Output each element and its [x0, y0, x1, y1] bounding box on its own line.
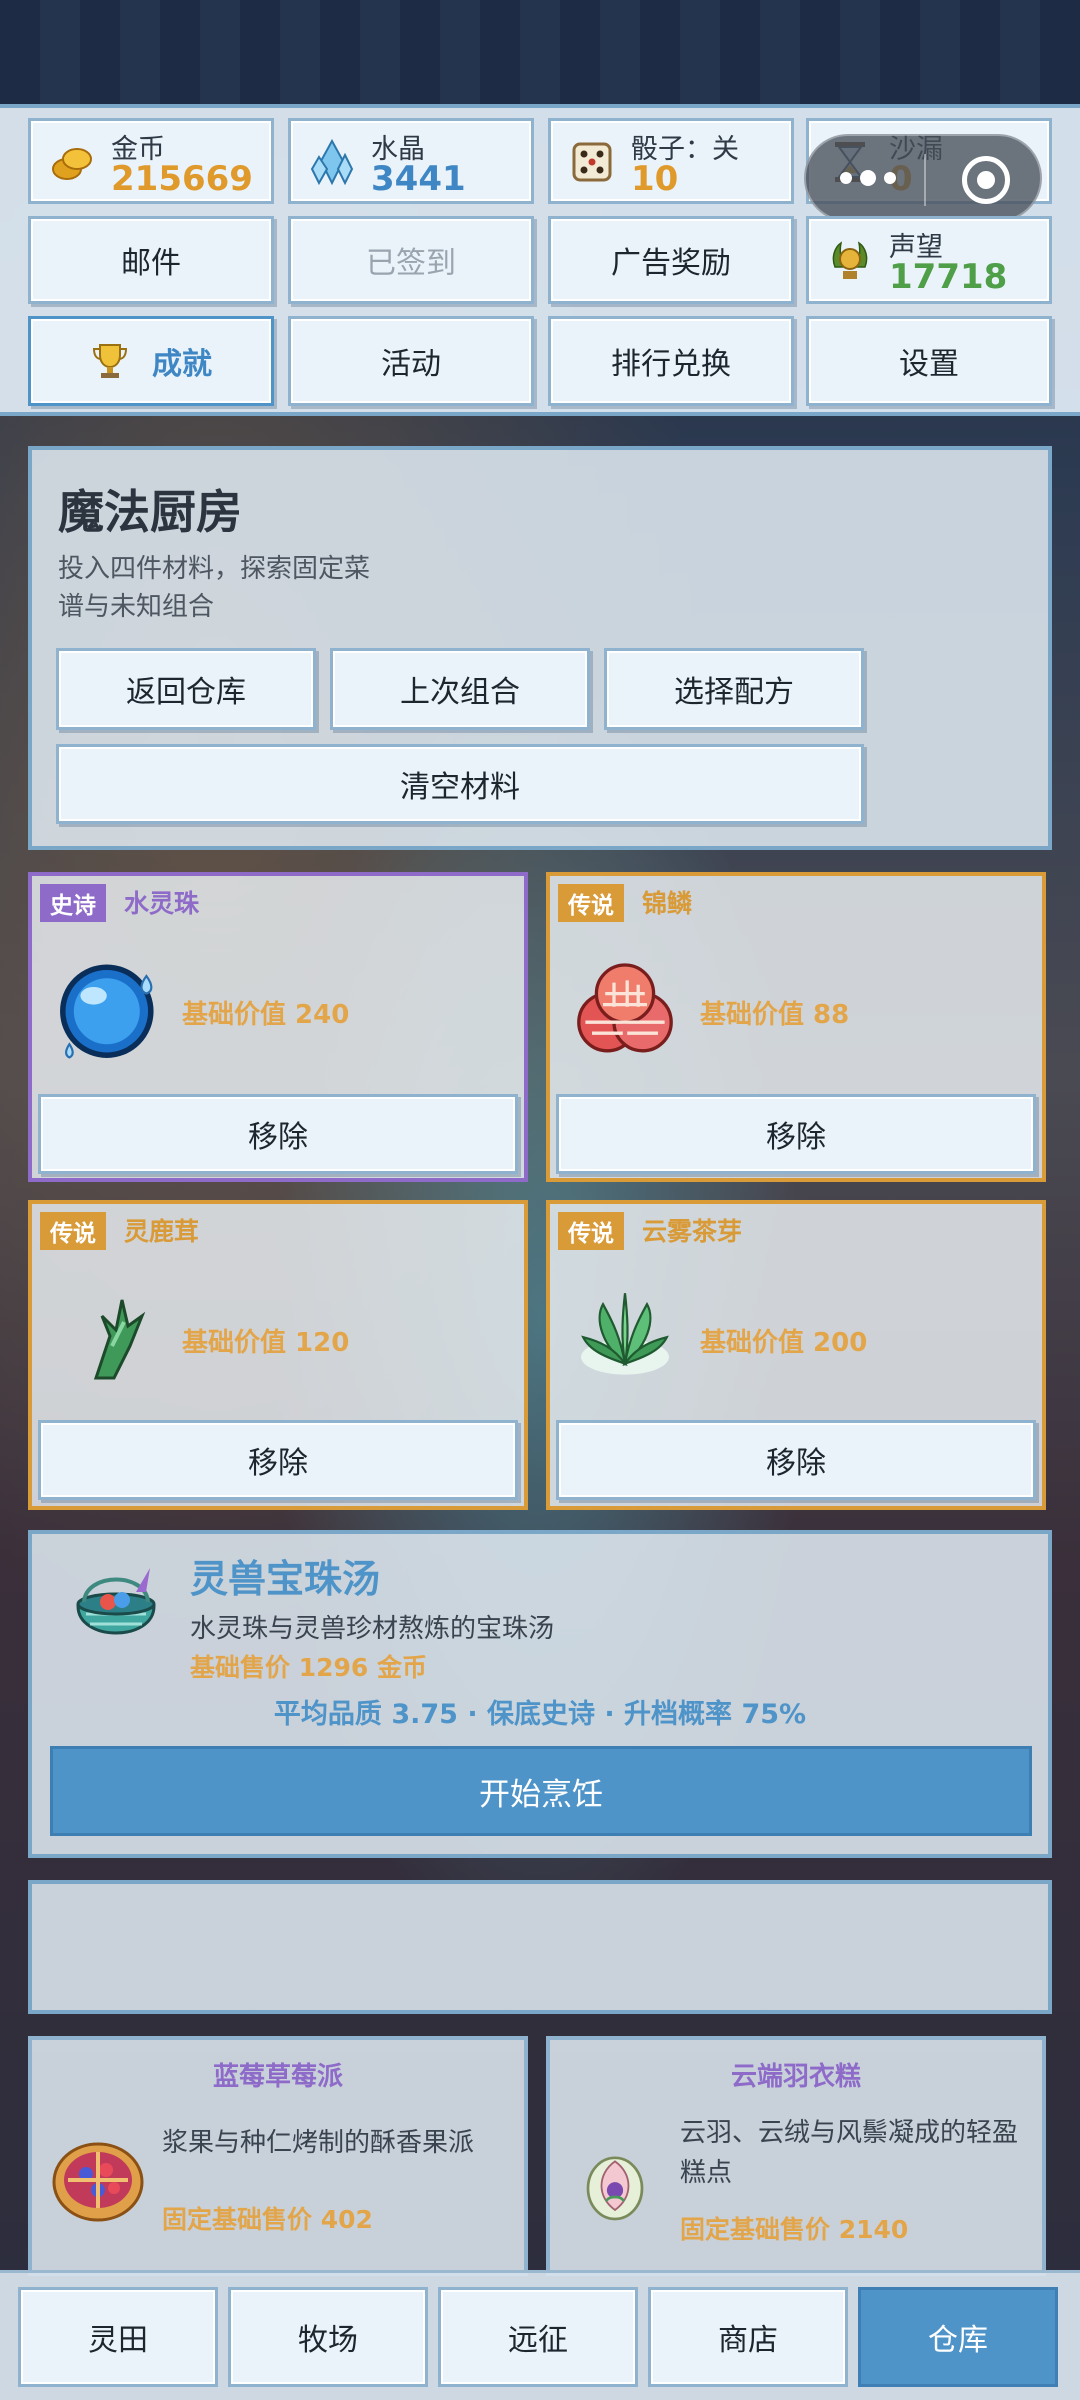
rank-exchange-button[interactable]: 排行兑换: [548, 316, 794, 406]
kitchen-desc-line1: 投入四件材料，探索固定菜: [58, 554, 371, 584]
result-name: 灵兽宝珠汤: [190, 1557, 381, 1601]
return-warehouse-button[interactable]: 返回仓库: [56, 648, 316, 730]
activity-button[interactable]: 活动: [288, 316, 534, 406]
remove-button-2[interactable]: 移除: [556, 1094, 1036, 1174]
result-quality: 平均品质 3.75 · 保底史诗 · 升档概率 75%: [273, 1699, 807, 1730]
recipe-price: 固定基础售价 402: [162, 2205, 373, 2234]
result-price: 基础售价 1296 金币: [190, 1653, 427, 1682]
achievement-label: 成就: [152, 347, 212, 382]
recipe-desc-line2: 糕点: [680, 2158, 733, 2188]
tab-spirit-field[interactable]: 灵田: [18, 2287, 218, 2387]
rarity-badge: 传说: [558, 884, 624, 922]
remove-button-4[interactable]: 移除: [556, 1420, 1036, 1500]
ingredient-name: 云雾茶芽: [642, 1217, 743, 1246]
start-cooking-button[interactable]: 开始烹饪: [50, 1746, 1032, 1836]
laurel-emblem-icon: [832, 241, 868, 279]
tea-sprout-icon: [581, 1293, 669, 1375]
recipe-name: 云端羽衣糕: [730, 2062, 861, 2092]
result-desc: 水灵珠与灵兽珍材熬炼的宝珠汤: [190, 1614, 555, 1644]
kitchen-desc-line2: 谱与未知组合: [58, 592, 215, 622]
ingredient-value: 基础价值 120: [182, 1328, 350, 1358]
recipe-card-1[interactable]: 蓝莓草莓派 浆果与种仁烤制的酥香果派 固定基础售价 402: [28, 2036, 528, 2276]
recipe-desc: 浆果与种仁烤制的酥香果派: [162, 2128, 475, 2158]
gold-coin-icon: [52, 148, 92, 180]
ingredient-name: 锦鳞: [642, 889, 693, 918]
antler-icon: [93, 1299, 146, 1380]
achievement-button[interactable]: 成就: [28, 316, 274, 406]
recipe-price: 固定基础售价 2140: [680, 2215, 909, 2244]
tab-warehouse[interactable]: 仓库: [858, 2287, 1058, 2387]
trophy-icon: [92, 344, 128, 378]
crystal-value: 3441: [371, 159, 466, 199]
rarity-badge: 传说: [558, 1212, 624, 1250]
choose-recipe-button[interactable]: 选择配方: [604, 648, 864, 730]
mail-button[interactable]: 邮件: [28, 216, 274, 304]
tab-expedition[interactable]: 远征: [438, 2287, 638, 2387]
remove-button-1[interactable]: 移除: [38, 1094, 518, 1174]
gold-stat: 金币 215669: [28, 118, 274, 204]
berry-pie-icon: [52, 2142, 144, 2222]
brocade-scale-icon: [577, 963, 673, 1053]
tab-shop[interactable]: 商店: [648, 2287, 848, 2387]
crystal-stat: 水晶 3441: [288, 118, 534, 204]
crystal-icon: [310, 139, 354, 185]
kitchen-title: 魔法厨房: [58, 485, 242, 539]
ad-reward-button[interactable]: 广告奖励: [548, 216, 794, 304]
ingredient-value: 基础价值 240: [182, 1000, 350, 1030]
ingredient-name: 水灵珠: [124, 889, 200, 918]
bottom-tab-bar: 灵田 牧场 远征 商店 仓库: [0, 2270, 1080, 2400]
gold-value: 215669: [111, 159, 253, 199]
cloud-feather-cake-icon: [586, 2156, 644, 2221]
recipe-card-2[interactable]: 云端羽衣糕 云羽、云绒与风鬃凝成的轻盈 糕点 固定基础售价 2140: [546, 2036, 1046, 2276]
tab-ranch[interactable]: 牧场: [228, 2287, 428, 2387]
empty-panel: [28, 1880, 1052, 2014]
recipe-name: 蓝莓草莓派: [212, 2062, 343, 2092]
close-circle-icon[interactable]: [962, 156, 1010, 204]
reputation-value: 17718: [889, 257, 1008, 297]
clear-materials-button[interactable]: 清空材料: [56, 744, 864, 824]
rarity-badge: 史诗: [40, 884, 106, 922]
dice-value: 10: [631, 159, 679, 199]
pearl-soup-basket-icon: [76, 1568, 156, 1635]
background-strip: [0, 0, 1080, 104]
reputation-stat: 声望 17718: [806, 216, 1052, 304]
ingredient-name: 灵鹿茸: [124, 1217, 200, 1246]
rarity-badge: 传说: [40, 1212, 106, 1250]
recipe-desc-line1: 云羽、云绒与风鬃凝成的轻盈: [680, 2118, 1019, 2148]
ingredient-value: 基础价值 200: [700, 1328, 868, 1358]
remove-button-3[interactable]: 移除: [38, 1420, 518, 1500]
water-orb-icon: [60, 964, 154, 1059]
last-combo-button[interactable]: 上次组合: [330, 648, 590, 730]
ingredient-value: 基础价值 88: [700, 1000, 850, 1030]
dice-stat[interactable]: 骰子：关 10: [548, 118, 794, 204]
settings-button[interactable]: 设置: [806, 316, 1052, 406]
dice-icon: [572, 142, 612, 182]
signed-button[interactable]: 已签到: [288, 216, 534, 304]
capsule-menu[interactable]: [804, 134, 1042, 222]
more-dots-icon[interactable]: [840, 170, 896, 186]
